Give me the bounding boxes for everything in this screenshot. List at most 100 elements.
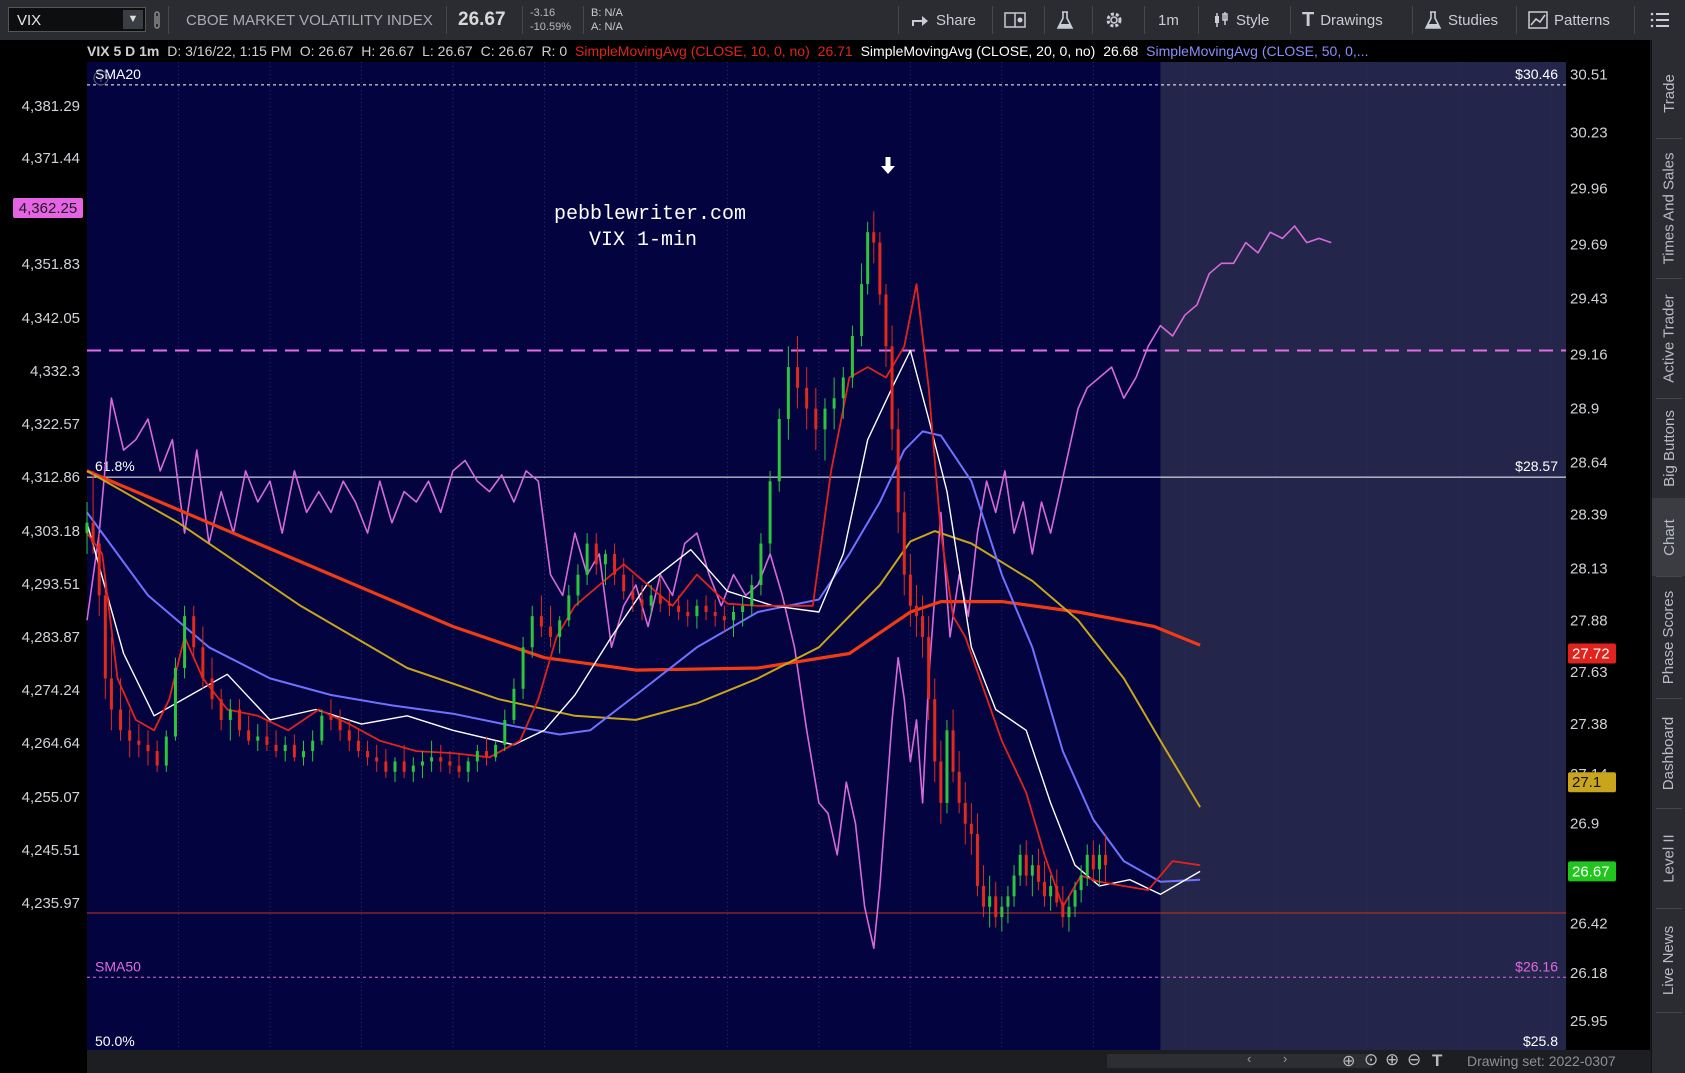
candle-body [311, 740, 315, 752]
scroll-left-icon[interactable]: ‹ [1247, 1051, 1251, 1066]
legend-sma10[interactable]: SimpleMovingAvg (CLOSE, 10, 0, no) [575, 43, 810, 59]
candle-body [1036, 865, 1040, 882]
left-axis-tick: 4,312.86 [22, 469, 80, 486]
layout-button[interactable] [1004, 0, 1026, 40]
timeframe-button[interactable]: 1m [1158, 0, 1179, 40]
candle-body [283, 744, 287, 752]
candle-body [137, 740, 141, 745]
candle-body [914, 605, 918, 617]
candle-body [713, 612, 717, 617]
candle-body [247, 730, 251, 741]
right-axis-tick: 28.13 [1570, 560, 1608, 577]
candle-body [768, 481, 772, 544]
flask-icon [1056, 11, 1074, 29]
text-tool-icon[interactable]: T [1432, 1051, 1442, 1071]
drawings-button[interactable]: T Drawings [1302, 0, 1383, 40]
candle-body [796, 367, 800, 388]
patterns-button[interactable]: Patterns [1528, 0, 1610, 40]
settings-button[interactable] [1104, 0, 1124, 40]
scroll-right-icon[interactable]: › [1283, 1051, 1287, 1066]
share-button[interactable]: Share [910, 0, 976, 40]
candle-body [375, 757, 379, 762]
net-change: -3.16 [530, 7, 556, 19]
candle-body [503, 719, 507, 745]
right-tab-level-ii[interactable]: Level II [1652, 808, 1685, 908]
top-toolbar: VIX ▼ CBOE MARKET VOLATILITY INDEX 26.67 … [0, 0, 1685, 41]
right-tab-dashboard[interactable]: Dashboard [1652, 698, 1685, 808]
candle-body [201, 647, 205, 679]
patterns-icon [1528, 11, 1548, 29]
menu-button[interactable] [1650, 0, 1670, 40]
right-tab-live-news[interactable]: Live News [1652, 908, 1685, 1012]
right-axis-tick: 30.51 [1570, 66, 1608, 83]
candle-body [1104, 854, 1108, 866]
candle-body [1067, 906, 1071, 918]
candle-body [1030, 865, 1034, 876]
right-tab-trade[interactable]: Trade [1652, 48, 1685, 138]
ask-label: A: N/A [591, 21, 623, 33]
legend-sma50[interactable]: SimpleMovingAvg (CLOSE, 50, 0,... [1146, 43, 1368, 59]
flask-button[interactable] [1056, 0, 1074, 40]
right-axis-tick: 26.9 [1570, 816, 1599, 833]
right-axis-tick: 28.64 [1570, 455, 1608, 472]
candle-body [896, 429, 900, 513]
chart-area[interactable]: 61.8% $28.57 SMA50 $26.16 50.0% $25.8 SMA20 $30… [0, 40, 1650, 1073]
drawing-set-label[interactable]: Drawing set: 2022-0307 [1467, 1053, 1616, 1069]
right-axis-tick: 28.39 [1570, 506, 1608, 523]
zoom-icon[interactable]: ⊙ [1364, 1050, 1378, 1070]
legend-sma20[interactable]: SimpleMovingAvg (CLOSE, 20, 0, no) [861, 43, 1096, 59]
scrollbar-track[interactable] [1107, 1054, 1372, 1068]
link-icon[interactable] [152, 0, 162, 40]
right-tab-divider [1656, 1012, 1682, 1013]
level-label-right: $25.8 [1523, 1033, 1558, 1049]
symbol-dropdown-icon[interactable]: ▼ [123, 10, 143, 29]
crosshair-icon[interactable]: ⊕ [1342, 1051, 1355, 1071]
candle-body [164, 736, 168, 766]
right-axis-tick: 29.69 [1570, 237, 1608, 254]
candle-body [872, 232, 876, 243]
left-axis-tick: 4,264.64 [22, 735, 80, 752]
candle-body [448, 761, 452, 766]
right-tab-label: Phase Scores [1660, 590, 1678, 684]
candle-body [393, 761, 397, 772]
studies-button[interactable]: Studies [1424, 0, 1498, 40]
candle-body [146, 744, 150, 752]
candle-body [329, 715, 333, 720]
right-axis-tick: 25.95 [1570, 1013, 1608, 1030]
right-tab-times-and-sales[interactable]: Times And Sales [1652, 138, 1685, 278]
candle-body [1018, 854, 1022, 876]
zoom-out-icon[interactable]: ⊖ [1407, 1050, 1421, 1070]
candle-body [1055, 885, 1059, 903]
candle-body [667, 603, 671, 606]
candle-body [750, 585, 754, 606]
candle-body [549, 626, 553, 637]
left-axis-tick: 4,245.51 [22, 842, 80, 859]
candle-body [366, 751, 370, 758]
candle-body [759, 543, 763, 586]
right-tab-phase-scores[interactable]: Phase Scores [1652, 576, 1685, 698]
candle-body [975, 834, 979, 886]
right-tab-label: Chart [1660, 518, 1678, 556]
right-axis-tick: 29.43 [1570, 291, 1608, 308]
level-label-right: $30.46 [1515, 66, 1558, 82]
candle-body [210, 678, 214, 700]
price-chart[interactable]: 61.8% $28.57SMA50 $26.1650.0% $25.8SMA20 $30… [0, 40, 1650, 1073]
style-button[interactable]: Style [1212, 0, 1269, 40]
legend-high: H: 26.67 [361, 43, 415, 59]
candle-body [878, 242, 882, 295]
right-tab-label: Active Trader [1660, 293, 1678, 383]
annotation-line-2: VIX 1-min [589, 229, 697, 252]
right-tab-big-buttons[interactable]: Big Buttons [1652, 398, 1685, 498]
symbol-input[interactable]: VIX ▼ [8, 7, 146, 32]
candle-body [969, 823, 973, 835]
candle-body [274, 744, 278, 752]
right-tab-active-trader[interactable]: Active Trader [1652, 278, 1685, 398]
future-area [1160, 62, 1566, 1052]
candle-body [622, 574, 626, 592]
zoom-in-icon[interactable]: ⊕ [1385, 1050, 1399, 1070]
left-axis-tick: 4,293.51 [22, 576, 80, 593]
legend-range: R: 0 [541, 43, 568, 59]
candle-body [1085, 854, 1089, 876]
right-tab-chart[interactable]: Chart [1652, 498, 1685, 576]
right-axis-tick: 27.63 [1570, 664, 1608, 681]
